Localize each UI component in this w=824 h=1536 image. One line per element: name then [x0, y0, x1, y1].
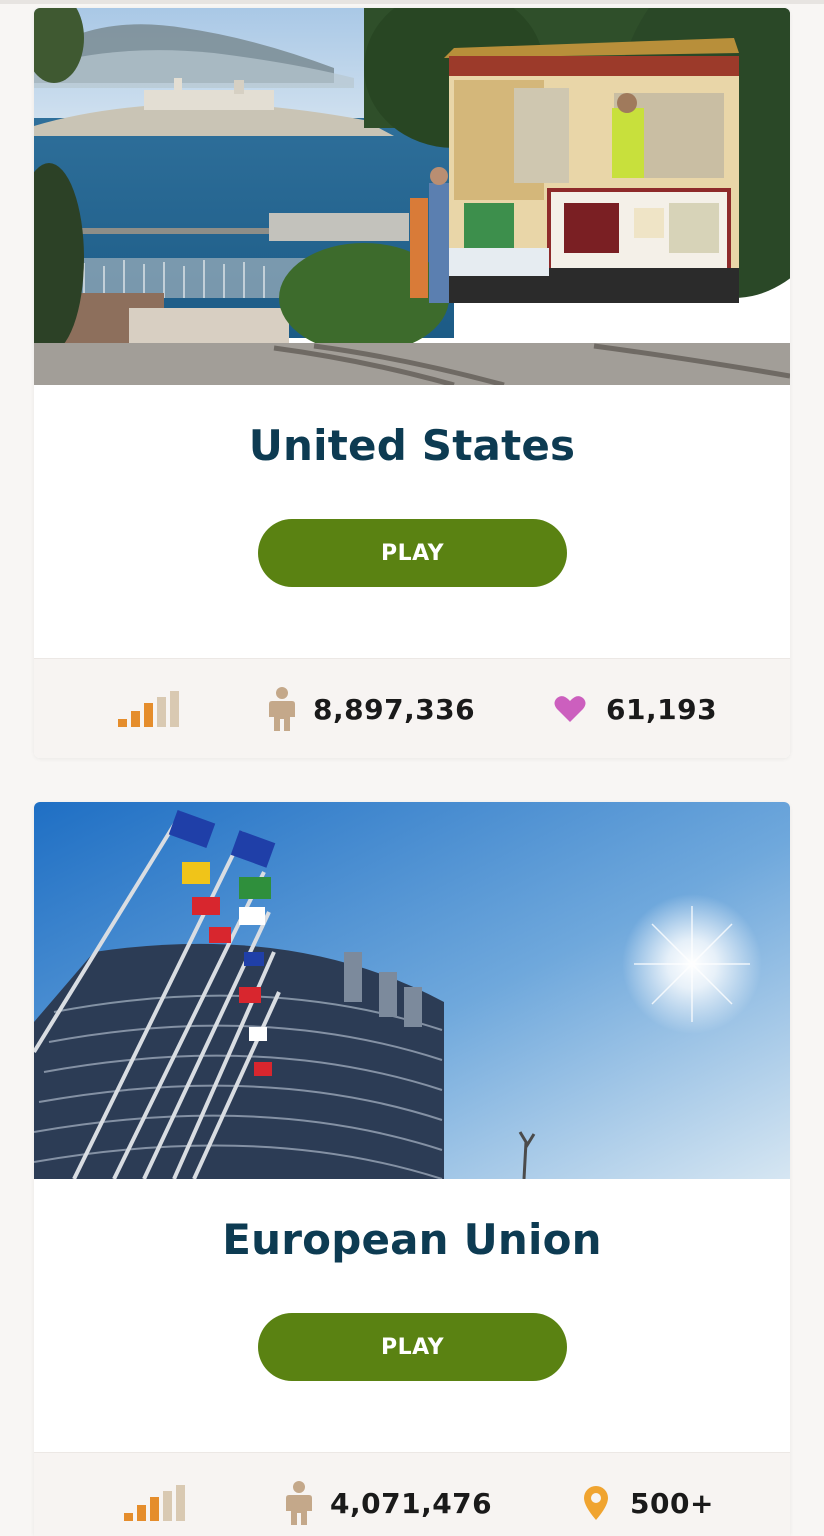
signal-bars-icon — [124, 1485, 186, 1521]
players-stat: 8,897,336 — [269, 659, 475, 758]
person-icon — [286, 1481, 312, 1525]
card-photo-european-parliament[interactable] — [34, 802, 790, 1179]
favorites-stat: 61,193 — [554, 659, 717, 758]
person-icon — [269, 687, 295, 731]
map-pin-icon — [582, 1486, 610, 1520]
locations-stat: 500+ — [582, 1453, 714, 1536]
play-button[interactable]: PLAY — [258, 1313, 567, 1381]
signal-bars-icon — [118, 691, 180, 727]
players-count: 4,071,476 — [330, 1486, 493, 1520]
difficulty-indicator — [118, 659, 180, 758]
top-divider — [0, 0, 824, 4]
players-count: 8,897,336 — [313, 692, 476, 726]
locations-count: 500+ — [630, 1486, 714, 1520]
map-card-european-union[interactable]: European Union PLAY 4,071,476 500+ — [34, 802, 790, 1536]
play-button[interactable]: PLAY — [258, 519, 567, 587]
card-title: European Union — [222, 1215, 602, 1264]
card-stats-bar: 4,071,476 500+ — [34, 1452, 790, 1536]
players-stat: 4,071,476 — [286, 1453, 492, 1536]
card-title: United States — [248, 421, 576, 470]
card-photo-san-francisco[interactable] — [34, 8, 790, 385]
favorites-count: 61,193 — [606, 692, 718, 726]
heart-icon — [554, 695, 586, 723]
difficulty-indicator — [124, 1453, 186, 1536]
map-card-united-states[interactable]: United States PLAY 8,897,336 61,193 — [34, 8, 790, 758]
card-stats-bar: 8,897,336 61,193 — [34, 658, 790, 758]
